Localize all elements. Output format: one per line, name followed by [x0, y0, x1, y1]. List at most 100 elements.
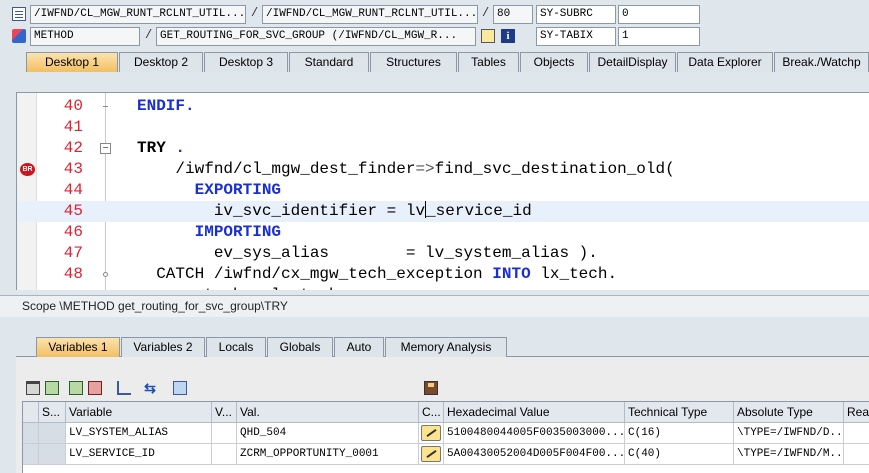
code-line[interactable]: 48 CATCH /iwfnd/cx_mgw_tech_exception IN…	[17, 264, 869, 285]
line-number: 45	[63, 202, 83, 220]
tab-locals[interactable]: Locals	[206, 337, 266, 357]
variable-cell[interactable]: LV_SYSTEM_ALIAS	[66, 423, 212, 444]
breakpoint-icon[interactable]: BR	[20, 163, 35, 176]
variables-table: S... Variable V... Val. C... Hexadecimal…	[22, 401, 869, 473]
tab-standard[interactable]: Standard	[289, 52, 369, 72]
code-text[interactable]: CATCH /iwfnd/cx_mgw_tech_exception INTO …	[137, 264, 617, 285]
info-icon[interactable]: i	[501, 29, 515, 43]
event-name-field[interactable]: GET_ROUTING_FOR_SVC_GROUP (/IWFND/CL_MGW…	[156, 27, 476, 46]
line-number-field[interactable]: 80	[493, 5, 533, 24]
row-selector[interactable]	[23, 444, 39, 465]
tab-desktop-2[interactable]: Desktop 2	[119, 52, 203, 72]
read-cell	[844, 444, 869, 465]
code-line[interactable]: 45 iv_svc_identifier = lv_service_id	[17, 201, 869, 222]
code-token: lx_tech.	[530, 265, 618, 283]
save-icon[interactable]	[424, 381, 438, 395]
technical-type-cell: C(16)	[625, 423, 734, 444]
code-line[interactable]: ev_tech = lx_tech.	[17, 285, 869, 290]
include-field[interactable]: /IWFND/CL_MGW_RUNT_RCLNT_UTIL...	[262, 5, 478, 24]
sy-variable-name-field[interactable]: SY-SUBRC	[536, 5, 616, 24]
tab-breakpoints-watchpoints[interactable]: Break./Watchp	[774, 52, 869, 72]
code-line[interactable]: 46 IMPORTING	[17, 222, 869, 243]
tab-memory-analysis[interactable]: Memory Analysis	[385, 337, 507, 357]
column-header-c[interactable]: C...	[419, 402, 444, 423]
source-code-editor[interactable]: 40 ENDIF. 41 42 − TRY . 43 BR /iwfnd/cl_mgw_des…	[16, 92, 869, 290]
tab-variables-1[interactable]: Variables 1	[36, 337, 120, 357]
code-line[interactable]: 43 BR /iwfnd/cl_mgw_dest_finder=>find_svc…	[17, 159, 869, 180]
event-type-field[interactable]: METHOD	[30, 27, 140, 46]
method-icon	[12, 29, 26, 43]
tab-data-explorer[interactable]: Data Explorer	[677, 52, 773, 72]
variable-cell[interactable]: LV_SERVICE_ID	[66, 444, 212, 465]
column-header-variable[interactable]: Variable	[66, 402, 212, 423]
code-line[interactable]: 42 − TRY .	[17, 138, 869, 159]
pencil-icon[interactable]	[421, 425, 441, 441]
row-selector-header[interactable]	[23, 402, 39, 423]
tab-globals[interactable]: Globals	[267, 337, 333, 357]
collapse-block-icon[interactable]: −	[100, 143, 111, 154]
navigate-icon[interactable]	[481, 29, 495, 43]
tab-desktop-1[interactable]: Desktop 1	[26, 52, 118, 72]
code-text[interactable]: /iwfnd/cl_mgw_dest_finder=>find_svc_dest…	[137, 159, 674, 180]
column-header-absolute-type[interactable]: Absolute Type	[734, 402, 844, 423]
change-cell[interactable]	[419, 444, 444, 465]
row-selector[interactable]	[23, 423, 39, 444]
table-row[interactable]: LV_SERVICE_ID ZCRM_OPPORTUNITY_0001 5A00…	[23, 444, 869, 465]
code-line[interactable]: 47 ev_sys_alias = lv_system_alias ).	[17, 243, 869, 264]
value-cell[interactable]: ZCRM_OPPORTUNITY_0001	[237, 444, 419, 465]
line-number: 41	[63, 118, 83, 136]
sy-variable-name-field[interactable]: SY-TABIX	[536, 27, 616, 46]
hex-value-cell: 5100480044005F0035003000...	[444, 423, 625, 444]
value-cell[interactable]: QHD_504	[237, 423, 419, 444]
sy-variable-value-field[interactable]: 0	[618, 5, 700, 24]
code-token: IMPORTING	[137, 223, 282, 241]
code-text[interactable]: EXPORTING	[137, 180, 281, 201]
read-cell	[844, 423, 869, 444]
code-text[interactable]: ev_sys_alias = lv_system_alias ).	[137, 243, 598, 264]
navigate-arrows-icon[interactable]: ⇆	[143, 381, 157, 395]
variables-tabs: Variables 1 Variables 2 Locals Globals A…	[36, 337, 869, 357]
table-row[interactable]: LV_SYSTEM_ALIAS QHD_504 5100480044005F00…	[23, 423, 869, 444]
tab-objects[interactable]: Objects	[520, 52, 588, 72]
tab-tables[interactable]: Tables	[458, 52, 519, 72]
program-field[interactable]: /IWFND/CL_MGW_RUNT_RCLNT_UTIL...	[30, 5, 246, 24]
pencil-icon[interactable]	[421, 446, 441, 462]
code-token: iv_svc_identifier = lv	[137, 202, 426, 220]
line-number: 48	[63, 265, 83, 283]
code-text[interactable]: IMPORTING	[137, 222, 281, 243]
insert-icon[interactable]	[45, 381, 59, 395]
tab-auto[interactable]: Auto	[334, 337, 384, 357]
fold-point-icon	[103, 272, 108, 277]
hierarchy-icon[interactable]	[117, 381, 131, 395]
code-text[interactable]: TRY .	[137, 138, 185, 159]
code-token: _service_id	[426, 202, 532, 220]
sy-variable-value-field[interactable]: 1	[618, 27, 700, 46]
tab-structures[interactable]: Structures	[370, 52, 457, 72]
tab-variables-2[interactable]: Variables 2	[121, 337, 205, 357]
change-cell[interactable]	[419, 423, 444, 444]
technical-type-cell: C(40)	[625, 444, 734, 465]
status-cell	[39, 444, 66, 465]
column-header-read[interactable]: Read	[844, 402, 869, 423]
fold-marker-icon	[103, 106, 108, 107]
code-text[interactable]: ev_tech = lx_tech.	[137, 285, 348, 290]
code-line[interactable]: 44 EXPORTING	[17, 180, 869, 201]
code-text[interactable]: iv_svc_identifier = lv_service_id	[137, 201, 532, 222]
column-header-s[interactable]: S...	[39, 402, 66, 423]
folder-icon[interactable]	[173, 381, 187, 395]
header-row-program: /IWFND/CL_MGW_RUNT_RCLNT_UTIL... / /IWFN…	[0, 4, 869, 26]
save-variant-icon[interactable]	[69, 381, 83, 395]
column-header-hexadecimal-value[interactable]: Hexadecimal Value	[444, 402, 625, 423]
load-variant-icon[interactable]	[88, 381, 102, 395]
separator: /	[482, 6, 490, 20]
column-header-technical-type[interactable]: Technical Type	[625, 402, 734, 423]
delete-icon[interactable]	[26, 381, 40, 395]
tab-desktop-3[interactable]: Desktop 3	[204, 52, 288, 72]
code-token: =>	[415, 160, 435, 178]
code-line[interactable]: 41	[17, 117, 869, 138]
tab-detaildisplay[interactable]: DetailDisplay	[589, 52, 676, 72]
column-header-value[interactable]: Val.	[237, 402, 419, 423]
code-line[interactable]: 40 ENDIF.	[17, 96, 869, 117]
code-text[interactable]: ENDIF.	[137, 96, 195, 117]
column-header-v[interactable]: V...	[212, 402, 237, 423]
